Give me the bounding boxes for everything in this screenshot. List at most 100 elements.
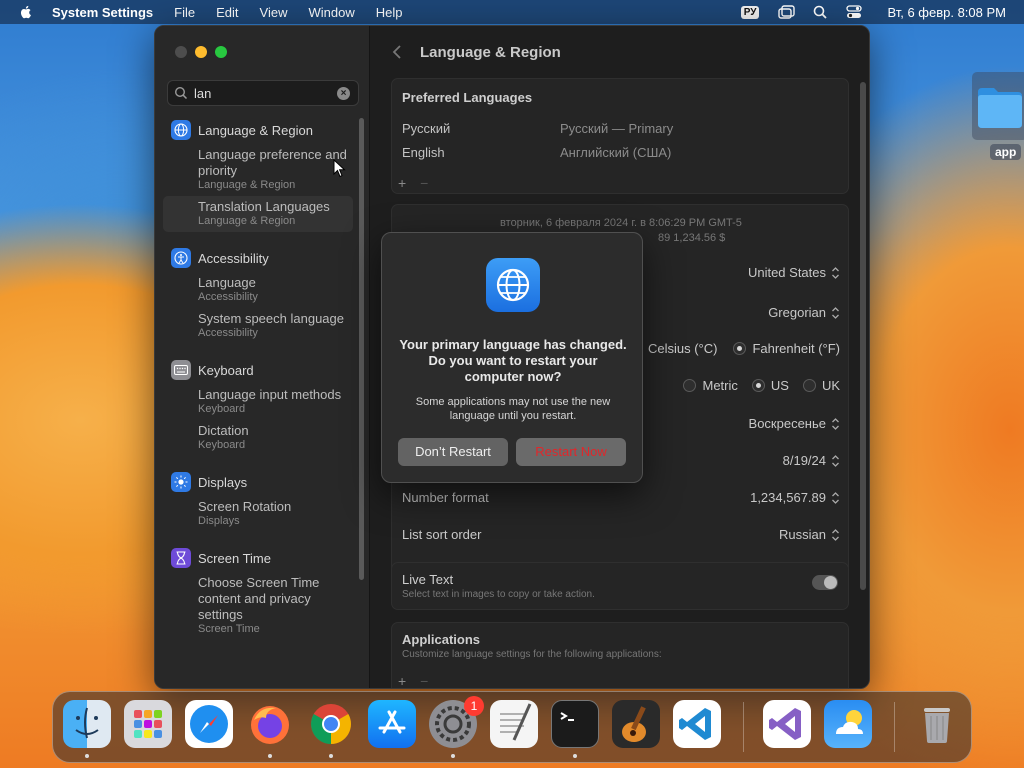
- language-row-english[interactable]: English Английский (США): [402, 145, 671, 160]
- popup-chevron-icon: [832, 529, 839, 541]
- desktop-folder-label[interactable]: app: [990, 144, 1022, 160]
- sidebar-group-displays[interactable]: Displays: [163, 470, 353, 494]
- desktop-folder[interactable]: [972, 72, 1024, 140]
- language-row-russian[interactable]: Русский Русский — Primary: [402, 121, 673, 136]
- apple-menu-icon[interactable]: [18, 4, 34, 20]
- app-store-icon[interactable]: [368, 700, 416, 748]
- dont-restart-button[interactable]: Don’t Restart: [398, 438, 508, 466]
- uk-label: UK: [821, 378, 840, 393]
- menubar-clock[interactable]: Вт, 6 февр. 8:08 PM: [887, 5, 1006, 20]
- live-text-toggle[interactable]: [812, 575, 838, 590]
- applications-edit-controls: + −: [398, 673, 428, 688]
- us-label: US: [770, 378, 789, 393]
- sidebar-group-accessibility[interactable]: Accessibility: [163, 246, 353, 270]
- terminal-icon[interactable]: [551, 700, 599, 748]
- number-format-label: Number format: [402, 490, 489, 505]
- add-application-button[interactable]: +: [398, 673, 406, 688]
- chrome-icon[interactable]: [307, 700, 355, 748]
- applications-description: Customize language settings for the foll…: [402, 649, 662, 660]
- radio-fahrenheit[interactable]: Fahrenheit (°F): [733, 341, 840, 356]
- number-format-row[interactable]: Number format 1,234,567.89: [402, 488, 840, 508]
- visual-studio-icon[interactable]: [763, 700, 811, 748]
- radio-celsius[interactable]: Celsius (°C): [648, 341, 717, 356]
- menu-window[interactable]: Window: [308, 5, 354, 20]
- sidebar-group-screen-time[interactable]: Screen Time: [163, 546, 353, 570]
- menu-view[interactable]: View: [260, 5, 288, 20]
- weather-icon[interactable]: [824, 700, 872, 748]
- sidebar-item-title: System speech language: [198, 311, 344, 326]
- zoom-window-button[interactable]: [215, 46, 227, 58]
- menu-help[interactable]: Help: [376, 5, 403, 20]
- sidebar-item-path: Accessibility: [198, 291, 258, 303]
- sidebar-item-translation-languages[interactable]: Translation Languages Language & Region: [163, 196, 353, 232]
- radio-metric[interactable]: Metric: [683, 378, 738, 393]
- metric-label: Metric: [702, 378, 738, 393]
- radio-uk[interactable]: UK: [802, 378, 840, 393]
- clear-search-icon[interactable]: ×: [337, 87, 350, 100]
- date-format-value: 8/19/24: [782, 453, 826, 468]
- restart-now-button[interactable]: Restart Now: [516, 438, 626, 466]
- textedit-icon[interactable]: [490, 700, 538, 748]
- sidebar-item-title: Language input methods: [198, 387, 342, 402]
- finder-icon[interactable]: [63, 700, 111, 748]
- sidebar-group-keyboard[interactable]: Keyboard: [163, 358, 353, 382]
- radio-us[interactable]: US: [751, 378, 789, 393]
- back-chevron-icon[interactable]: [391, 44, 403, 60]
- live-text-description: Select text in images to copy or take ac…: [402, 589, 595, 600]
- sidebar-item-title: Translation Languages: [198, 199, 330, 214]
- popup-chevron-icon: [832, 455, 839, 467]
- trash-icon[interactable]: [913, 700, 961, 748]
- sidebar-scrollbar[interactable]: [359, 118, 364, 580]
- safari-icon[interactable]: [185, 700, 233, 748]
- popup-chevron-icon: [832, 418, 839, 430]
- list-sort-label: List sort order: [402, 527, 482, 542]
- running-indicator: [573, 754, 577, 758]
- radio-dot: [683, 379, 697, 392]
- dock-separator: [743, 702, 744, 752]
- list-sort-row[interactable]: List sort order Russian: [402, 525, 840, 545]
- live-text-card: Live Text Select text in images to copy …: [391, 562, 849, 610]
- sidebar-item-screen-rotation[interactable]: Screen Rotation Displays: [163, 496, 353, 532]
- first-day-value: Воскресенье: [748, 416, 826, 431]
- garageband-icon[interactable]: [612, 700, 660, 748]
- sidebar-item-screen-time-content[interactable]: Choose Screen Time content and privacy s…: [163, 572, 353, 640]
- sidebar-group-language-region[interactable]: Language & Region: [163, 118, 353, 142]
- date-format-preview: вторник, 6 февраля 2024 г. в 8:06:29 PM …: [500, 217, 742, 229]
- spotlight-search-icon[interactable]: [811, 4, 829, 20]
- launchpad-icon[interactable]: [124, 700, 172, 748]
- list-sort-value: Russian: [779, 527, 826, 542]
- sidebar-item-dictation[interactable]: Dictation Keyboard: [163, 420, 353, 456]
- sidebar-item-system-speech-language[interactable]: System speech language Accessibility: [163, 308, 353, 344]
- sidebar-item-path: Accessibility: [198, 327, 258, 339]
- preferred-languages-card: Preferred Languages Русский Русский — Pr…: [391, 78, 849, 194]
- main-scrollbar[interactable]: [860, 82, 866, 590]
- search-input[interactable]: [194, 85, 334, 101]
- folder-icon: [978, 88, 1022, 128]
- menu-edit[interactable]: Edit: [216, 5, 238, 20]
- input-source-indicator[interactable]: РУ: [740, 5, 760, 19]
- menu-app-name[interactable]: System Settings: [52, 5, 153, 20]
- remove-application-button[interactable]: −: [420, 673, 428, 688]
- alert-title: Your primary language has changed. Do yo…: [399, 337, 627, 384]
- sidebar-item-language-preference[interactable]: Language preference and priority Languag…: [163, 144, 353, 196]
- radio-dot-selected: [751, 379, 765, 392]
- language-detail: Русский — Primary: [560, 121, 674, 136]
- radio-dot-selected: [733, 342, 747, 355]
- add-language-button[interactable]: +: [398, 175, 406, 191]
- menu-file[interactable]: File: [174, 5, 195, 20]
- remove-language-button[interactable]: −: [420, 175, 428, 191]
- firefox-icon[interactable]: [246, 700, 294, 748]
- menu-bar: System Settings File Edit View Window He…: [0, 0, 1024, 24]
- control-center-icon[interactable]: [845, 4, 863, 20]
- vscode-icon[interactable]: [673, 700, 721, 748]
- sidebar-item-title: Language preference and priority: [198, 147, 347, 178]
- stage-manager-icon[interactable]: [777, 4, 795, 20]
- restart-alert-dialog: Your primary language has changed. Do yo…: [381, 232, 643, 483]
- sidebar-group-label: Keyboard: [198, 362, 254, 378]
- close-window-button[interactable]: [175, 46, 187, 58]
- dock: 1: [52, 691, 972, 763]
- sidebar-item-language-accessibility[interactable]: Language Accessibility: [163, 272, 353, 308]
- minimize-window-button[interactable]: [195, 46, 207, 58]
- search-field[interactable]: ×: [167, 80, 359, 106]
- sidebar-item-language-input-methods[interactable]: Language input methods Keyboard: [163, 384, 353, 420]
